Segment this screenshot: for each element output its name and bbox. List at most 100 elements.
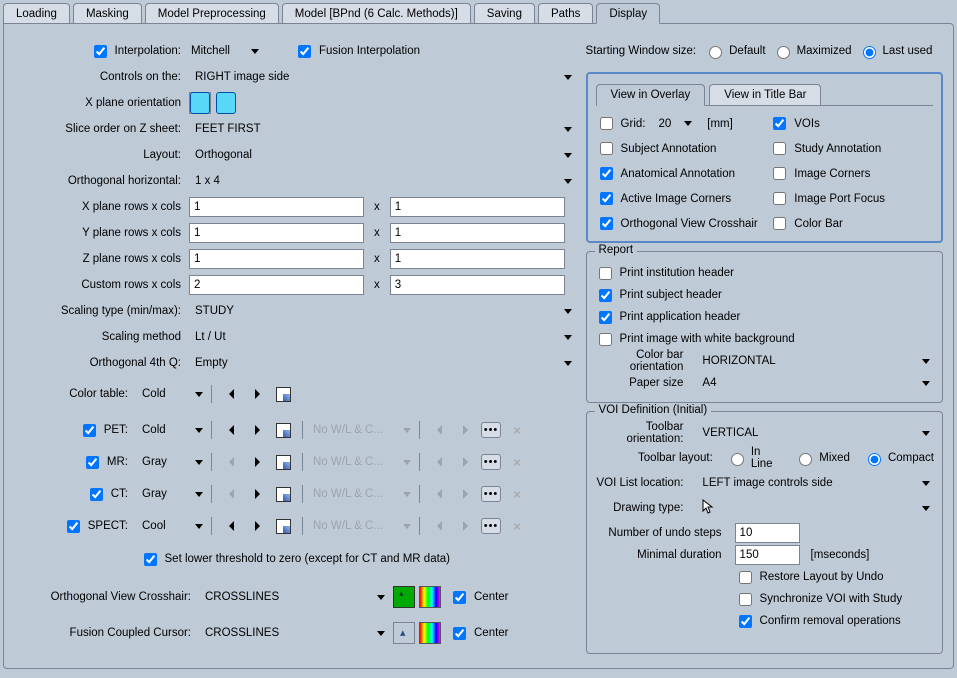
custom-cols-input[interactable] [390,275,565,295]
mr-colortable-dropdown[interactable]: Gray [138,456,203,468]
voi-list-location-dropdown[interactable]: LEFT image controls side [696,475,934,491]
spect-wlc-clear-icon[interactable]: × [506,515,528,537]
print-subject-checkbox[interactable] [599,289,612,302]
ortho-center-checkbox[interactable] [453,591,466,604]
ct-palette-icon[interactable] [272,483,294,505]
color-next-icon[interactable] [246,383,268,405]
ct-next-icon[interactable] [246,483,268,505]
spect-next-icon[interactable] [246,515,268,537]
x-rows-input[interactable] [189,197,364,217]
radio-maximized[interactable] [777,46,790,59]
subject-annotation-checkbox[interactable] [600,142,613,155]
fusion-rainbow-icon[interactable] [419,622,441,644]
ortho-rainbow-icon[interactable] [419,586,441,608]
subtab-view-title[interactable]: View in Title Bar [709,84,821,105]
head-left-icon[interactable] [189,92,211,114]
color-prev-icon[interactable] [220,383,242,405]
mr-wlc-dropdown[interactable]: No W/L & C... [311,456,411,468]
color-palette-icon[interactable] [272,383,294,405]
pet-next-icon[interactable] [246,419,268,441]
mr-prev-icon[interactable] [220,451,242,473]
mr-wlc-next-icon[interactable] [454,451,476,473]
pet-checkbox[interactable] [83,424,96,437]
colorbar-orientation-dropdown[interactable]: HORIZONTAL [696,353,934,369]
x-cols-input[interactable] [390,197,565,217]
spect-wlc-prev-icon[interactable] [428,515,450,537]
study-annotation-checkbox[interactable] [773,142,786,155]
ortho-horizontal-dropdown[interactable]: 1 x 4 [189,173,576,189]
vois-checkbox[interactable] [773,117,786,130]
spect-wlc-next-icon[interactable] [454,515,476,537]
ct-checkbox[interactable] [90,488,103,501]
pet-colortable-dropdown[interactable]: Cold [138,424,203,436]
tab-model-preprocessing[interactable]: Model Preprocessing [145,3,279,23]
image-corners-checkbox[interactable] [773,167,786,180]
sync-voi-checkbox[interactable] [739,593,752,606]
controls-on-dropdown[interactable]: RIGHT image side [189,69,576,85]
confirm-removal-checkbox[interactable] [739,615,752,628]
undo-steps-input[interactable] [735,523,800,543]
ortho-4q-dropdown[interactable]: Empty [189,355,576,371]
custom-rows-input[interactable] [189,275,364,295]
pet-wlc-next-icon[interactable] [454,419,476,441]
spect-colortable-dropdown[interactable]: Cool [138,520,203,532]
pet-wlc-prev-icon[interactable] [428,419,450,441]
drawing-type-dropdown[interactable] [696,497,934,520]
mr-next-icon[interactable] [246,451,268,473]
interpolation-dropdown[interactable] [244,40,266,62]
spect-checkbox[interactable] [67,520,80,533]
fusion-color-swatch[interactable] [393,622,415,644]
ct-wlc-prev-icon[interactable] [428,483,450,505]
ct-wlc-next-icon[interactable] [454,483,476,505]
spect-prev-icon[interactable] [220,515,242,537]
fusion-center-checkbox[interactable] [453,627,466,640]
mr-wlc-clear-icon[interactable]: × [506,451,528,473]
tab-display[interactable]: Display [596,3,660,24]
pet-wlc-clear-icon[interactable]: × [506,419,528,441]
radio-inline[interactable] [731,453,744,466]
radio-last-used[interactable] [863,46,876,59]
tab-paths[interactable]: Paths [538,3,593,23]
mr-wlc-prev-icon[interactable] [428,451,450,473]
tab-loading[interactable]: Loading [3,3,70,23]
paper-size-dropdown[interactable]: A4 [696,375,934,391]
mr-wlc-more-icon[interactable]: ••• [480,451,502,473]
print-institution-checkbox[interactable] [599,267,612,280]
radio-default[interactable] [709,46,722,59]
interpolation-checkbox[interactable] [94,45,107,58]
scaling-type-dropdown[interactable]: STUDY [189,303,576,319]
subtab-view-overlay[interactable]: View in Overlay [596,84,706,106]
restore-layout-checkbox[interactable] [739,571,752,584]
spect-wlc-more-icon[interactable]: ••• [480,515,502,537]
ct-wlc-more-icon[interactable]: ••• [480,483,502,505]
y-cols-input[interactable] [390,223,565,243]
tab-saving[interactable]: Saving [474,3,535,23]
ct-wlc-clear-icon[interactable]: × [506,483,528,505]
grid-checkbox[interactable] [600,117,613,130]
y-rows-input[interactable] [189,223,364,243]
lower-threshold-checkbox[interactable] [144,553,157,566]
anatomical-annotation-checkbox[interactable] [600,167,613,180]
grid-dropdown[interactable] [684,121,692,126]
print-application-checkbox[interactable] [599,311,612,324]
pet-wlc-dropdown[interactable]: No W/L & C... [311,424,411,436]
head-right-icon[interactable] [215,92,237,114]
fusion-cursor-dropdown[interactable]: CROSSLINES [199,625,389,641]
pet-wlc-more-icon[interactable]: ••• [480,419,502,441]
print-white-bg-checkbox[interactable] [599,333,612,346]
image-port-focus-checkbox[interactable] [773,192,786,205]
z-cols-input[interactable] [390,249,565,269]
ct-wlc-dropdown[interactable]: No W/L & C... [311,488,411,500]
spect-palette-icon[interactable] [272,515,294,537]
radio-mixed[interactable] [799,453,812,466]
fusion-interpolation-checkbox[interactable] [298,45,311,58]
spect-wlc-dropdown[interactable]: No W/L & C... [311,520,411,532]
tab-model[interactable]: Model [BPnd (6 Calc. Methods)] [282,3,471,23]
color-table-dropdown[interactable]: Cold [138,388,203,400]
ct-colortable-dropdown[interactable]: Gray [138,488,203,500]
tab-masking[interactable]: Masking [73,3,142,23]
minimal-duration-input[interactable] [735,545,800,565]
color-bar-checkbox[interactable] [773,217,786,230]
ct-prev-icon[interactable] [220,483,242,505]
ortho-crosshair-dropdown[interactable]: CROSSLINES [199,589,389,605]
